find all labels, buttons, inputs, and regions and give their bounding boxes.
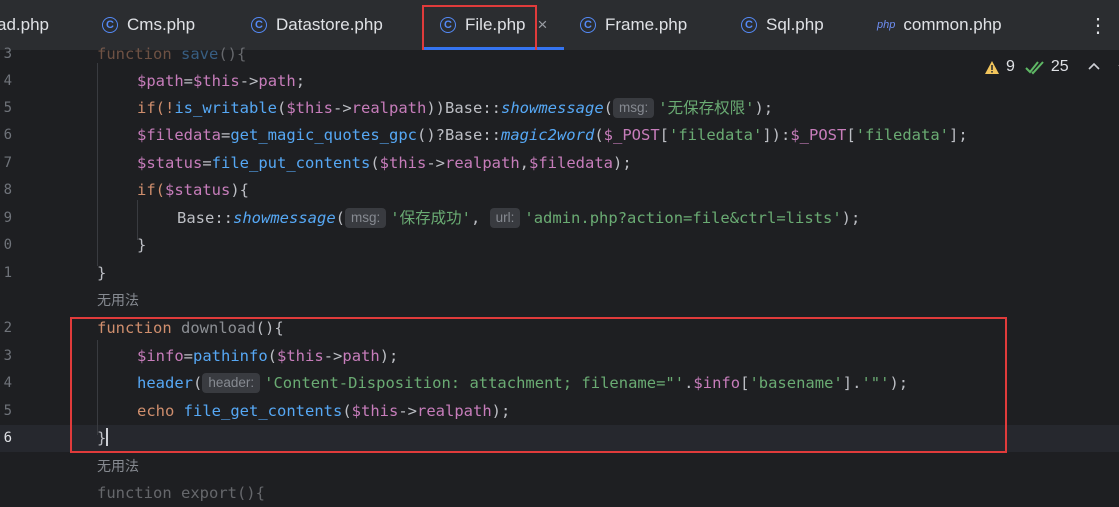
ok-count: 25 bbox=[1050, 58, 1069, 75]
tab-label: common.php bbox=[903, 15, 1002, 34]
class-icon: C bbox=[741, 17, 757, 33]
parameter-hint: msg: bbox=[613, 98, 655, 118]
code-line: function save(){ bbox=[97, 45, 247, 63]
code-line: } bbox=[97, 264, 107, 282]
tab-datastore-php[interactable]: C Datastore.php bbox=[251, 0, 383, 50]
tab-label: Sql.php bbox=[766, 15, 824, 34]
double-check-icon bbox=[1025, 61, 1044, 75]
warning-count: 9 bbox=[1006, 58, 1015, 75]
line-number: 3 bbox=[3, 46, 12, 62]
parameter-hint: msg: bbox=[345, 208, 387, 228]
tab-label: ad.php bbox=[0, 15, 49, 34]
line-number: 9 bbox=[3, 210, 12, 226]
code-line: if($status){ bbox=[137, 181, 249, 199]
line-number: 7 bbox=[3, 155, 12, 171]
line-number: 5 bbox=[3, 100, 12, 116]
line-number: 8 bbox=[3, 182, 12, 198]
indent-guide bbox=[97, 63, 98, 266]
line-number: 5 bbox=[3, 403, 12, 419]
line-number: 4 bbox=[3, 375, 12, 391]
class-icon: C bbox=[102, 17, 118, 33]
code-line: function export(){ bbox=[97, 484, 265, 502]
class-icon: C bbox=[580, 17, 596, 33]
code-line: $filedata=get_magic_quotes_gpc()?Base::m… bbox=[137, 126, 968, 144]
line-number-gutter: 3 4 5 6 7 8 9 0 1 2 3 4 5 6 bbox=[0, 46, 60, 490]
line-number: 1 bbox=[3, 265, 12, 281]
tab-label: Datastore.php bbox=[276, 15, 383, 34]
more-tabs-icon[interactable]: ⋮ bbox=[1088, 13, 1108, 38]
warning-icon bbox=[985, 60, 999, 74]
code-line: } bbox=[137, 236, 147, 254]
code-highlight-box bbox=[70, 317, 1007, 453]
tab-frame-php[interactable]: C Frame.php bbox=[580, 0, 687, 50]
tab-sql-php[interactable]: C Sql.php bbox=[741, 0, 824, 50]
usage-hint[interactable]: 无用法 bbox=[97, 453, 139, 480]
line-number: 3 bbox=[3, 348, 12, 364]
code-line: if(!is_writable($this->realpath))Base::s… bbox=[137, 98, 774, 118]
class-icon: C bbox=[251, 17, 267, 33]
code-line: Base::showmessage(msg: '保存成功', url:'admin… bbox=[177, 208, 861, 228]
tab-common-php[interactable]: php common.php bbox=[877, 0, 1002, 50]
tab-label: Frame.php bbox=[605, 15, 688, 34]
tab-label: Cms.php bbox=[127, 15, 196, 34]
line-number: 2 bbox=[3, 320, 12, 336]
line-number: 4 bbox=[3, 73, 12, 89]
tab-highlight-box bbox=[422, 5, 537, 53]
close-icon[interactable]: × bbox=[537, 15, 547, 35]
code-line: $path=$this->path; bbox=[137, 72, 306, 90]
php-file-icon: php bbox=[877, 19, 896, 31]
inspection-widget[interactable]: 9 25 bbox=[984, 58, 1119, 76]
line-number-current: 6 bbox=[3, 430, 12, 446]
code-line: $status=file_put_contents($this->realpat… bbox=[137, 154, 632, 172]
line-number: 0 bbox=[3, 237, 12, 253]
chevron-up-icon[interactable] bbox=[1087, 60, 1101, 74]
usage-hint[interactable]: 无用法 bbox=[97, 287, 139, 314]
line-number: 6 bbox=[3, 127, 12, 143]
parameter-hint: url: bbox=[489, 208, 521, 228]
